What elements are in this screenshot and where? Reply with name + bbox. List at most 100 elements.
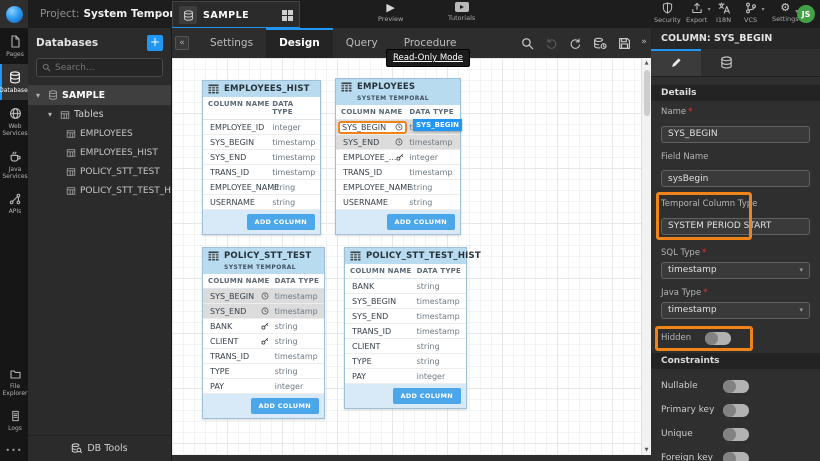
table-row[interactable]: TYPEstring [345,354,466,369]
sidebar-item-apis[interactable]: APIs [0,186,28,221]
canvas-vertical-scrollbar[interactable]: ▲ ▼ [641,58,651,455]
db-tools-button[interactable]: DB Tools [28,435,171,461]
sidebar-item-java-services[interactable]: Java Services [0,143,28,186]
redo-icon[interactable] [569,37,582,50]
tree-item-table[interactable]: POLICY_STT_TEST [28,162,171,181]
table-card-employees-hist[interactable]: EMPLOYEES_HIST COLUMN NAMEDATA TYPE EMPL… [202,80,321,235]
table-card-header[interactable]: POLICY_STT_TEST_HIST [345,248,466,264]
preview-button[interactable]: ▶ Preview [378,2,403,23]
search-box[interactable] [36,58,163,77]
scrollbar-thumb[interactable] [644,70,650,116]
overflow-menu-button[interactable]: ••• [0,438,28,461]
tree-item-table[interactable]: EMPLOYEES [28,124,171,143]
table-row[interactable]: SYS_BEGINtimestamp [345,294,466,309]
table-row[interactable]: USERNAMEstring [336,195,460,210]
table-row[interactable]: EMPLOYEE_... integer [336,150,460,165]
sidebar-item-pages[interactable]: Pages [0,28,28,64]
scroll-up-icon[interactable]: ▲ [642,60,651,66]
primary-key-toggle[interactable] [723,404,749,417]
tree-item-tables-group[interactable]: ▾ Tables [28,105,171,124]
export-button[interactable]: ▾ Export [686,2,707,24]
add-column-button[interactable]: ADD COLUMN [247,214,315,230]
caret-down-icon[interactable]: ▾ [48,110,56,119]
nav-rail: Pages Databases Web Services Java Servic… [0,28,28,461]
save-icon[interactable] [618,37,631,50]
database-icon [9,71,21,84]
table-card-header[interactable]: EMPLOYEES_HIST [203,81,320,97]
name-field[interactable] [661,126,810,143]
table-row[interactable]: SYS_END timestamp [336,135,460,150]
table-row[interactable]: BANK string [203,319,324,334]
add-database-button[interactable]: + [147,35,163,51]
tab-design[interactable]: Design [266,28,333,58]
table-row[interactable]: TRANS_IDtimestamp [345,324,466,339]
table-row[interactable]: TRANS_IDtimestamp [336,165,460,180]
table-card-header[interactable]: EMPLOYEES [336,79,460,95]
collapse-panel-button[interactable]: « [175,36,189,50]
sql-type-select[interactable]: timestamp▾ [661,262,810,279]
table-row[interactable]: EMPLOYEE_NAMEstring [203,180,320,195]
temporal-column-type-field[interactable] [661,218,810,235]
table-row[interactable]: SYS_END timestamp [203,304,324,319]
tab-column-data[interactable] [701,49,751,76]
sidebar-item-logs[interactable]: Logs [0,403,28,438]
diagram-view-icon[interactable] [282,10,293,21]
vcs-button[interactable]: ▾ VCS [744,2,757,24]
caret-down-icon[interactable]: ▾ [36,91,44,100]
tree-item-table[interactable]: EMPLOYEES_HIST [28,143,171,162]
table-row[interactable]: CLIENT string [203,334,324,349]
search-icon[interactable] [521,37,534,50]
nullable-toggle[interactable] [723,380,749,393]
settings-button[interactable]: ⚙▾ Settings [772,2,799,23]
table-card-policy-stt-test[interactable]: POLICY_STT_TEST SYSTEM TEMPORAL COLUMN N… [202,247,325,419]
table-row[interactable]: PAYinteger [203,379,324,394]
table-row[interactable]: SYS_BEGINtimestamp [203,135,320,150]
security-button[interactable]: Security [654,2,681,24]
add-column-button[interactable]: ADD COLUMN [387,214,455,230]
table-icon [208,84,219,94]
table-row[interactable]: SYS_ENDtimestamp [345,309,466,324]
selected-column-cell[interactable]: SYS_BEGIN [338,121,407,134]
table-row[interactable]: BANKstring [345,279,466,294]
table-row-selected[interactable]: SYS_BEGIN timestamp SYS_BEGIN [336,120,460,135]
table-card-policy-stt-test-hist[interactable]: POLICY_STT_TEST_HIST COLUMN NAMEDATA TYP… [344,247,467,409]
tree-item-table[interactable]: POLICY_STT_TEST_HIST [28,181,171,200]
tab-edit-column[interactable] [651,49,701,76]
app-logo[interactable] [0,0,28,28]
tutorials-button[interactable]: Tutorials [448,2,475,22]
design-canvas[interactable]: Read-Only Mode EMPLOYEES_HIST COLUMN NAM… [172,58,651,455]
foreign-key-toggle[interactable] [723,452,749,461]
table-row[interactable]: TRANS_IDtimestamp [203,349,324,364]
add-column-button[interactable]: ADD COLUMN [393,388,461,404]
user-avatar[interactable]: JS [797,5,815,23]
sidebar-item-file-explorer[interactable]: File Explorer [0,361,28,403]
search-input[interactable] [55,63,155,73]
table-row[interactable]: CLIENTstring [345,339,466,354]
db-export-icon[interactable] [593,37,607,50]
open-database-tab[interactable]: SAMPLE [172,1,300,28]
table-row[interactable]: TRANS_IDtimestamp [203,165,320,180]
table-row[interactable]: TYPEstring [203,364,324,379]
table-row[interactable]: USERNAMEstring [203,195,320,210]
tab-settings[interactable]: Settings [197,28,266,58]
i18n-button[interactable]: I18N [716,2,731,24]
table-card-employees[interactable]: EMPLOYEES SYSTEM TEMPORAL COLUMN NAMEDAT… [335,78,461,235]
unique-toggle[interactable] [723,428,749,441]
field-name-field[interactable] [661,170,810,187]
java-type-select[interactable]: timestamp▾ [661,302,810,319]
table-row[interactable]: EMPLOYEE_NAMEstring [336,180,460,195]
scroll-down-icon[interactable]: ▼ [642,447,651,453]
table-card-header[interactable]: POLICY_STT_TEST [203,248,324,264]
table-row[interactable]: EMPLOYEE_IDinteger [203,120,320,135]
tree-item-database[interactable]: ▾ SAMPLE [28,85,171,105]
hidden-toggle[interactable] [705,332,731,345]
add-column-button[interactable]: ADD COLUMN [251,398,319,414]
sidebar-item-databases[interactable]: Databases [0,64,28,100]
tab-query[interactable]: Query [333,28,391,58]
table-row[interactable]: SYS_BEGIN timestamp [203,289,324,304]
expand-panel-button[interactable]: » [637,36,651,50]
table-row[interactable]: PAYinteger [345,369,466,384]
undo-icon[interactable] [545,37,558,50]
sidebar-item-web-services[interactable]: Web Services [0,100,28,143]
table-row[interactable]: SYS_ENDtimestamp [203,150,320,165]
